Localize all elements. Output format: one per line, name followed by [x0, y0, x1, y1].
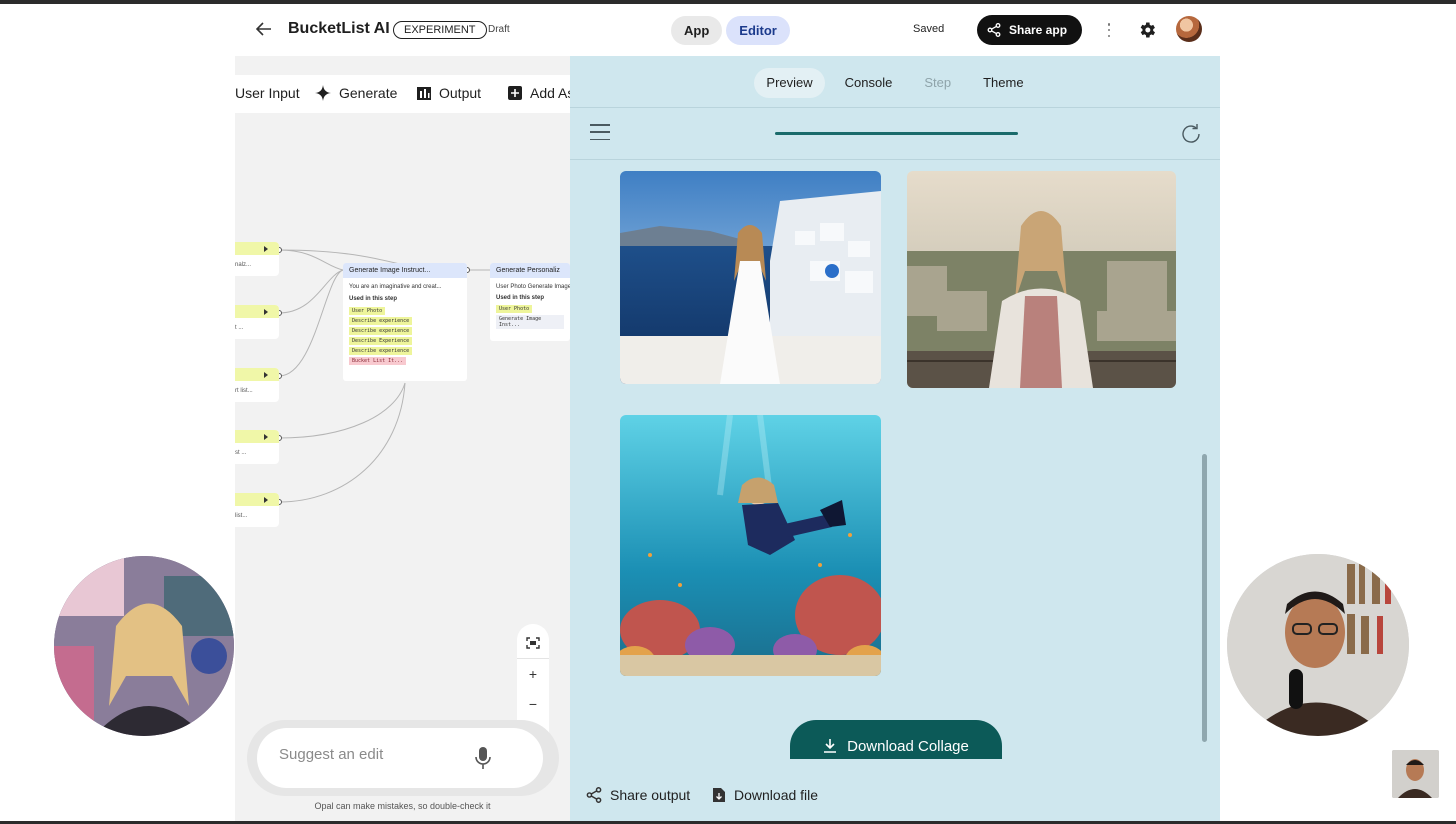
step-chip: Generate Image Inst... — [496, 315, 564, 329]
arrow-left-icon — [256, 22, 271, 36]
node-description: User Photo Generate Image — [496, 284, 570, 290]
disclaimer-text: Opal can make mistakes, so double-check … — [314, 801, 491, 811]
file-download-icon — [713, 788, 725, 802]
tab-preview[interactable]: Preview — [754, 68, 825, 98]
input-chip: Describe experience — [349, 317, 413, 325]
node-used-label: Used in this step — [496, 295, 545, 301]
tab-theme[interactable]: Theme — [971, 68, 1035, 98]
city-illustration — [907, 171, 1176, 388]
node-stub-label: nalz... — [235, 262, 252, 268]
fit-view-button[interactable] — [517, 628, 549, 658]
input-chip: Describe experience — [349, 347, 413, 355]
refresh-icon[interactable] — [1180, 123, 1202, 145]
input-node[interactable]: nalz... — [235, 242, 279, 276]
share-app-label: Share app — [1009, 23, 1068, 37]
zoom-out-button[interactable]: − — [517, 689, 549, 719]
generate-personalized-node[interactable]: Generate Personaliz User Photo Generate … — [490, 263, 570, 341]
divider — [570, 107, 1220, 108]
experiment-badge: EXPERIMENT — [393, 21, 487, 39]
scrollbar[interactable] — [1202, 454, 1207, 742]
mode-switcher: App Editor — [671, 16, 790, 45]
asset-chip: Bucket List It... — [349, 357, 407, 365]
input-chip: User Photo — [349, 307, 386, 315]
input-node[interactable]: st ... — [235, 430, 279, 464]
node-stub-label: list... — [235, 513, 248, 519]
node-stub-label: st ... — [235, 450, 247, 456]
node-stub-label: rt list... — [235, 388, 253, 394]
generated-image-santorini[interactable] — [620, 171, 881, 384]
app-mode-button[interactable]: App — [671, 16, 723, 45]
webcam-host-left — [54, 556, 234, 736]
node-title: Generate Personaliz — [490, 263, 570, 278]
editor-mode-button[interactable]: Editor — [726, 16, 790, 45]
fit-screen-icon — [526, 637, 540, 649]
node-stub-label: t ... — [235, 325, 244, 331]
tab-console[interactable]: Console — [833, 68, 905, 98]
more-menu-button[interactable] — [1103, 20, 1115, 40]
download-icon — [824, 739, 837, 753]
suggest-edit-container — [257, 728, 543, 788]
node-description: You are an imaginative and creat... — [349, 284, 442, 290]
input-chip: User Photo — [496, 305, 533, 313]
input-chip: Describe Experience — [349, 337, 413, 345]
app-header: BucketList AI EXPERIMENT Draft App Edito… — [235, 4, 1220, 56]
back-button[interactable] — [253, 18, 275, 40]
node-used-label: Used in this step — [349, 296, 398, 302]
suggest-edit-bar — [247, 720, 559, 796]
input-node[interactable]: t ... — [235, 305, 279, 339]
participant-thumbnail — [1392, 750, 1439, 798]
minus-icon: − — [528, 696, 538, 712]
download-file-label: Download file — [734, 787, 819, 803]
generated-image-scuba[interactable] — [620, 415, 881, 676]
generate-image-node[interactable]: Generate Image Instruct... You are an im… — [343, 263, 467, 381]
input-node[interactable]: list... — [235, 493, 279, 527]
divider — [570, 159, 1220, 160]
microphone-icon[interactable] — [473, 746, 493, 770]
suggest-edit-input[interactable] — [279, 746, 459, 763]
input-node[interactable]: rt list... — [235, 368, 279, 402]
user-avatar[interactable] — [1176, 16, 1202, 42]
share-icon — [987, 23, 1001, 37]
webcam-guest-right — [1227, 554, 1409, 736]
app-title: BucketList AI — [288, 20, 390, 37]
download-collage-label: Download Collage — [847, 738, 969, 755]
generated-image-city[interactable] — [907, 171, 1176, 388]
flow-editor-canvas[interactable]: User Input Generate Output Add As nalz..… — [235, 56, 570, 822]
progress-bar — [775, 132, 1018, 135]
santorini-illustration — [620, 171, 881, 384]
preview-tabs: Preview Console Step Theme — [570, 68, 1220, 98]
preview-panel: Preview Console Step Theme Download Coll… — [570, 56, 1220, 822]
plus-icon: + — [528, 666, 538, 682]
webcam-left-illustration — [54, 556, 234, 736]
participant-thumbnail-illustration — [1392, 750, 1439, 798]
share-icon — [586, 787, 602, 803]
download-file-button[interactable]: Download file — [712, 787, 818, 803]
input-chip: Describe experience — [349, 327, 413, 335]
saved-status: Saved — [913, 23, 945, 35]
share-app-button[interactable]: Share app — [977, 15, 1082, 45]
gear-icon[interactable] — [1137, 20, 1157, 40]
draft-status: Draft — [488, 24, 510, 35]
share-output-label: Share output — [610, 787, 691, 803]
hamburger-menu-icon[interactable] — [590, 124, 610, 140]
share-output-button[interactable]: Share output — [586, 787, 690, 803]
node-title: Generate Image Instruct... — [343, 263, 467, 278]
scuba-illustration — [620, 415, 881, 676]
tab-step[interactable]: Step — [912, 68, 963, 98]
zoom-in-button[interactable]: + — [517, 659, 549, 689]
webcam-right-illustration — [1227, 554, 1409, 736]
